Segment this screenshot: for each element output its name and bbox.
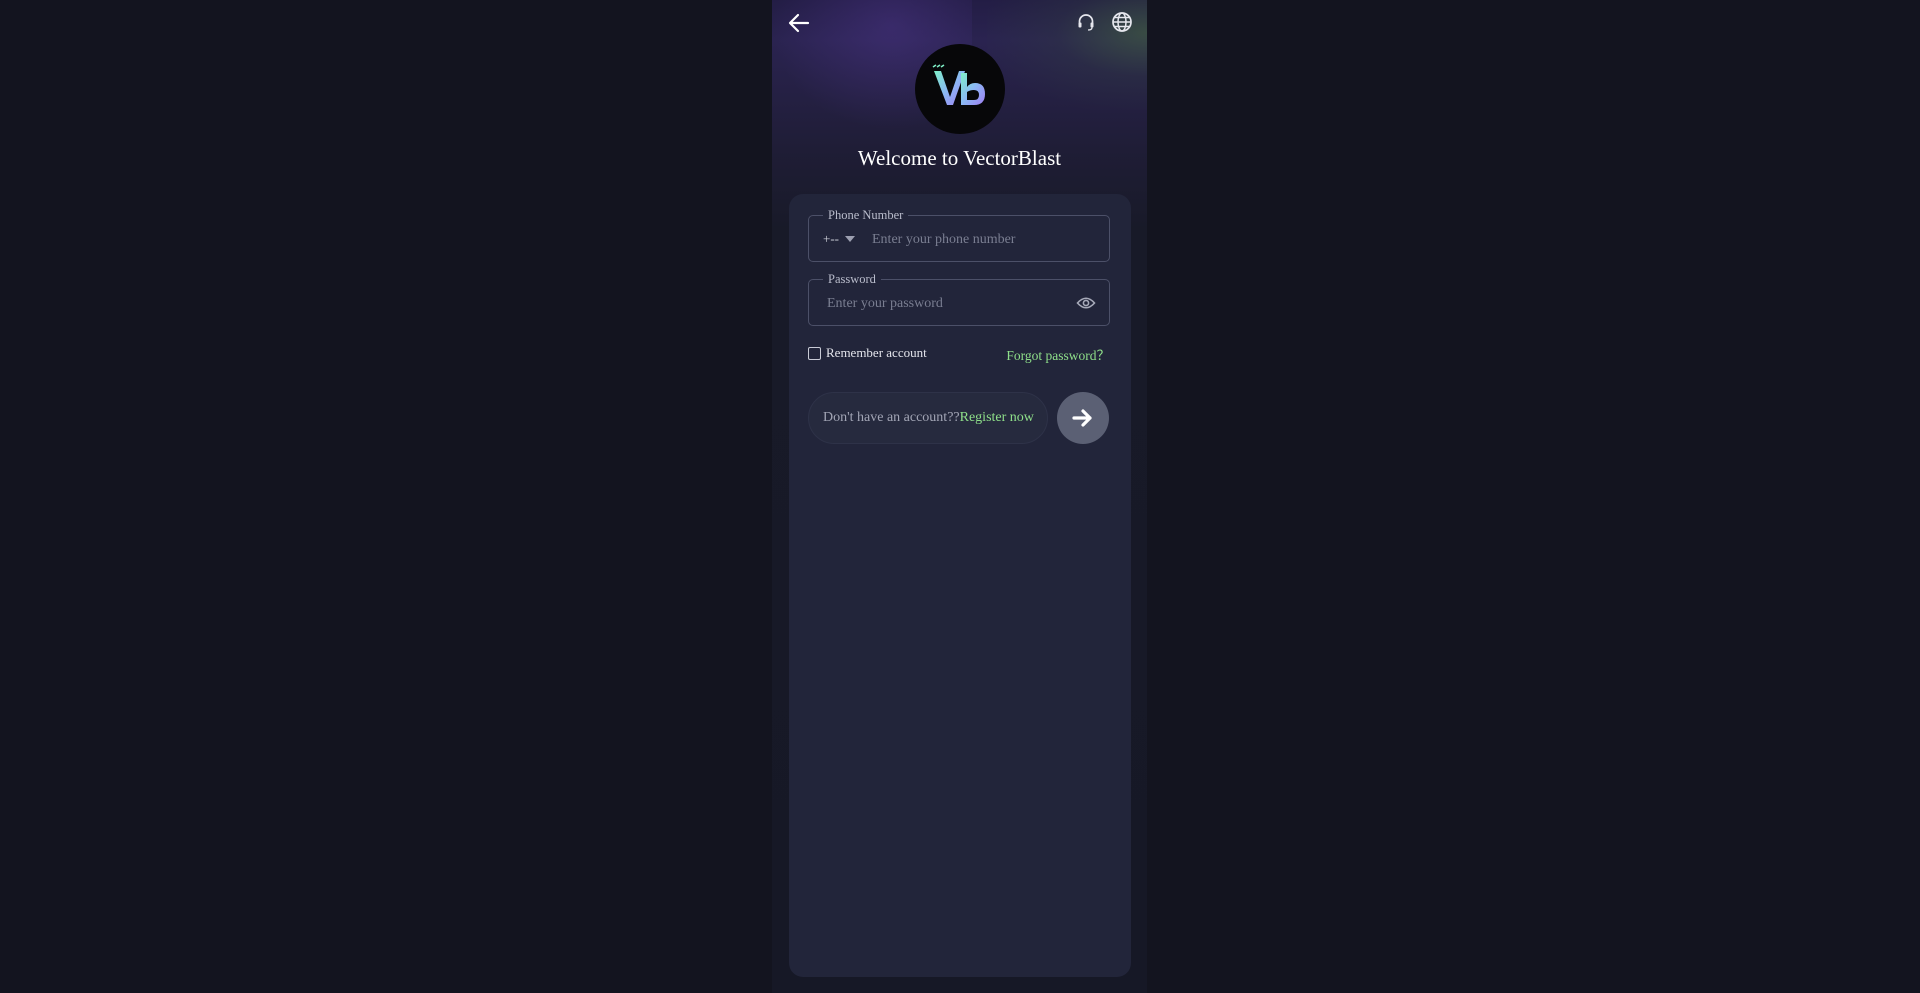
arrow-left-icon [788, 13, 810, 33]
back-button[interactable] [785, 9, 813, 37]
password-visibility-toggle[interactable] [1075, 293, 1097, 313]
support-button[interactable] [1072, 8, 1100, 36]
login-screen: Welcome to VectorBlast Phone Number +-- … [772, 0, 1147, 993]
arrow-right-icon [1072, 409, 1092, 427]
brand-logo [915, 44, 1005, 134]
password-field: Password [808, 271, 1110, 327]
remember-checkbox[interactable] [808, 346, 821, 360]
language-button[interactable] [1108, 8, 1136, 36]
country-code-select[interactable]: +-- [823, 230, 855, 248]
country-code-value: +-- [823, 231, 839, 246]
welcome-title: Welcome to VectorBlast [857, 146, 1062, 170]
top-bar [772, 0, 1147, 46]
login-submit-button[interactable] [1057, 392, 1109, 444]
remember-label: Remember account [826, 345, 927, 360]
register-question: Don't have an account?? [823, 410, 960, 425]
caret-down-icon [845, 236, 855, 242]
globe-icon [1112, 12, 1132, 32]
login-options: Remember account Forgot password？ [808, 343, 1110, 363]
password-input[interactable] [825, 280, 1069, 327]
phone-field: Phone Number +-- [808, 207, 1110, 263]
remember-account-toggle[interactable]: Remember account [808, 345, 927, 361]
headset-icon [1078, 14, 1094, 31]
register-now-link[interactable]: Register now [960, 410, 1034, 426]
phone-input[interactable] [870, 216, 1104, 263]
eye-icon [1076, 297, 1096, 309]
forgot-password-link[interactable]: Forgot password？ [1006, 344, 1110, 364]
vectorblast-logo-icon [932, 64, 985, 105]
register-prompt: Don't have an account?? Register now [808, 392, 1048, 444]
login-card: Phone Number +-- Password Remember accou… [789, 194, 1131, 977]
